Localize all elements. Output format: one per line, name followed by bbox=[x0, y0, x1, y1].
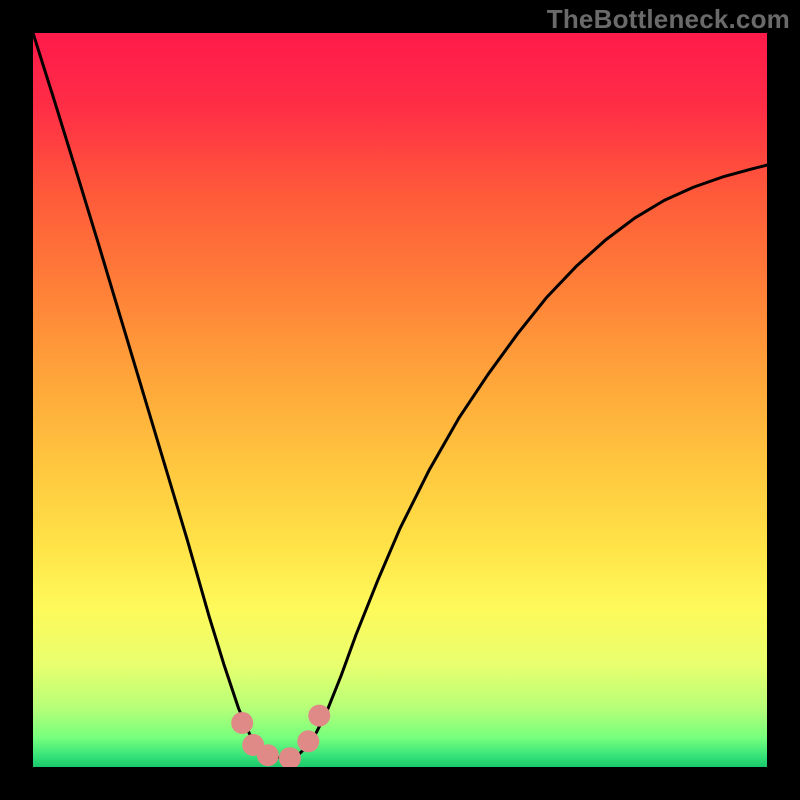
chart-frame: TheBottleneck.com bbox=[0, 0, 800, 800]
curve-marker bbox=[257, 744, 279, 766]
curve-marker bbox=[297, 730, 319, 752]
curve-marker bbox=[308, 705, 330, 727]
gradient-background bbox=[33, 33, 767, 767]
watermark-text: TheBottleneck.com bbox=[547, 4, 790, 35]
curve-marker bbox=[231, 712, 253, 734]
plot-area bbox=[33, 33, 767, 767]
chart-svg bbox=[33, 33, 767, 767]
